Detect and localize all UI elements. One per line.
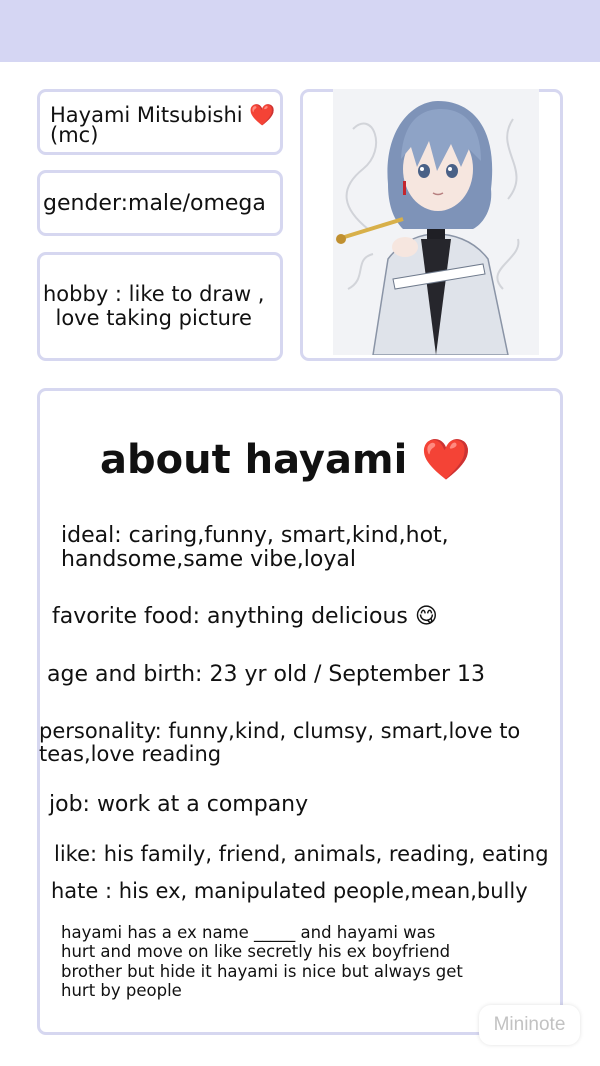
gender-text: gender:male/omega	[43, 191, 266, 216]
portrait-card	[300, 89, 563, 361]
like-text: like: his family, friend, animals, readi…	[54, 842, 549, 866]
gender-card: gender:male/omega	[37, 170, 283, 236]
top-bar	[0, 0, 600, 62]
hobby-text: hobby : like to draw , love taking pictu…	[43, 282, 265, 330]
mininote-watermark: Mininote	[479, 1005, 580, 1045]
about-title: about hayami ❤️	[100, 437, 472, 483]
job-text: job: work at a company	[49, 792, 309, 817]
character-name: Hayami Mitsubishi ❤️ (mc)	[50, 103, 276, 147]
about-card: about hayami ❤️ ideal: caring,funny, sma…	[37, 388, 563, 1035]
name-card: Hayami Mitsubishi ❤️ (mc)	[37, 89, 283, 155]
character-portrait	[333, 89, 539, 355]
backstory-text: hayami has a ex name _____ and hayami wa…	[61, 923, 463, 1000]
personality-text: personality: funny,kind, clumsy, smart,l…	[39, 719, 521, 767]
favorite-food-text: favorite food: anything delicious 😋	[52, 604, 438, 629]
ideal-text: ideal: caring,funny, smart,kind,hot, han…	[61, 523, 449, 573]
hobby-card: hobby : like to draw , love taking pictu…	[37, 252, 283, 361]
hate-text: hate : his ex, manipulated people,mean,b…	[51, 879, 528, 903]
age-birth-text: age and birth: 23 yr old / September 13	[47, 662, 486, 687]
